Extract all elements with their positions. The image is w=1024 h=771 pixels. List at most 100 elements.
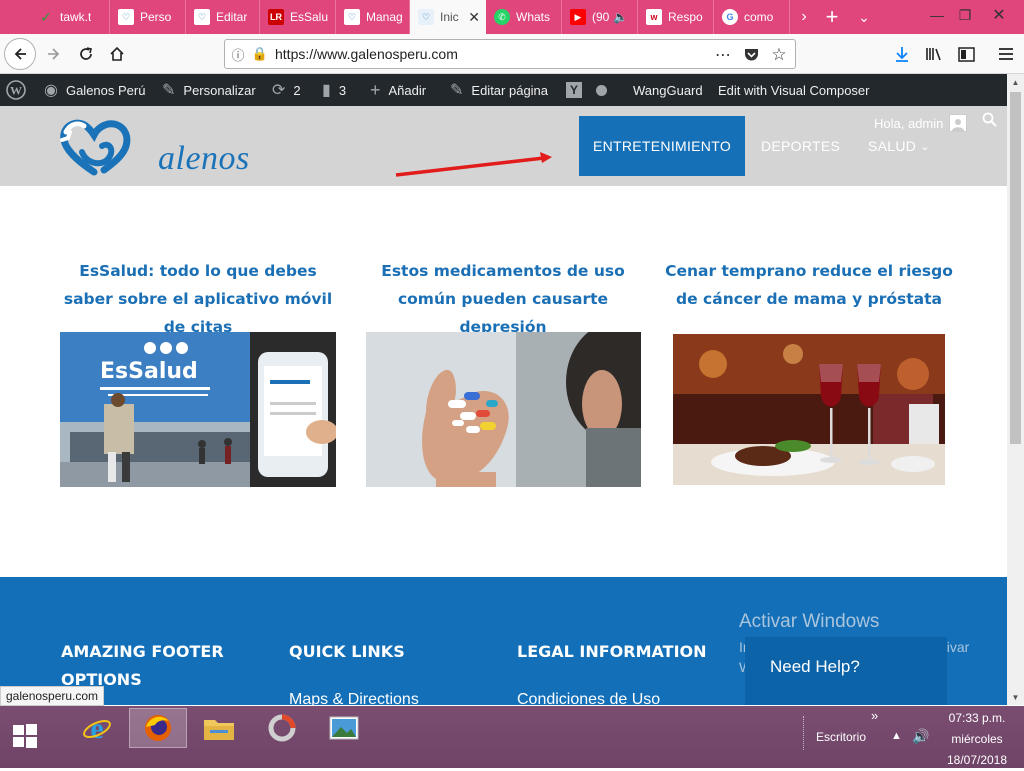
page-scrollbar[interactable]: ▲ ▼ [1007, 74, 1024, 705]
red-arrow-annotation [395, 152, 552, 177]
search-icon[interactable] [982, 112, 997, 131]
youtube-icon: ▶ [570, 9, 586, 25]
close-tab-icon[interactable]: ✕ [464, 9, 480, 26]
admin-comments[interactable]: ▮ 3 [322, 74, 346, 106]
wordpress-logo-button[interactable]: W [6, 74, 26, 106]
nav-deportes[interactable]: DEPORTES [761, 116, 840, 176]
reload-button[interactable] [70, 38, 102, 70]
back-button[interactable] [4, 38, 36, 70]
main-content: EsSalud: todo lo que debes saber sobre e… [0, 186, 1007, 577]
url-text[interactable]: https://www.galenosperu.com [275, 46, 458, 62]
admin-site-name[interactable]: ◉ Galenos Perú [44, 74, 145, 106]
tab-respo[interactable]: w Respo [638, 0, 714, 34]
site-logo[interactable]: alenos [60, 118, 249, 180]
updates-icon: ⟳ [272, 82, 286, 99]
scrollbar-thumb[interactable] [1010, 92, 1021, 444]
page-actions-icon[interactable]: ⋯ [709, 40, 737, 70]
lock-icon: 🔒 [251, 46, 269, 61]
taskbar-file-explorer[interactable] [190, 708, 248, 748]
app-circle-icon [268, 714, 296, 742]
library-icon [926, 48, 941, 61]
library-button[interactable] [918, 38, 950, 70]
dashboard-icon: ◉ [44, 82, 58, 99]
sidebar-toggle-button[interactable] [950, 38, 982, 70]
tab-editar[interactable]: ♡ Editar [186, 0, 260, 34]
tab-whatsapp[interactable]: ✆ Whats [486, 0, 562, 34]
desktop-toolbar-label[interactable]: Escritorio [816, 730, 866, 744]
admin-wangguard[interactable]: WangGuard [633, 74, 703, 106]
admin-customize[interactable]: ✎ Personalizar [162, 74, 256, 106]
site-footer: AMAZING FOOTER OPTIONS QUICK LINKS LEGAL… [0, 577, 1007, 705]
plus-icon: + [370, 79, 381, 100]
tab-inicio-active[interactable]: ♡ Inic ✕ [410, 0, 486, 34]
admin-edit-page[interactable]: ✎ Editar página [450, 74, 548, 106]
article-image-essalud[interactable]: EsSalud [60, 332, 336, 487]
speaker-icon[interactable]: 🔈 [613, 10, 628, 24]
back-arrow-icon [14, 48, 26, 60]
tab-essalud[interactable]: LR EsSalu [260, 0, 336, 34]
taskbar-app-circle[interactable] [253, 708, 311, 748]
svg-text:W: W [10, 84, 22, 98]
whatsapp-icon: ✆ [494, 9, 510, 25]
windows-start-button[interactable] [0, 716, 50, 756]
windows-logo-icon [13, 724, 37, 748]
toolbar-expand-icon[interactable]: » [871, 708, 878, 723]
article-title-cenar[interactable]: Cenar temprano reduce el riesgo de cánce… [664, 257, 954, 313]
wp-admin-bar: W ◉ Galenos Perú ✎ Personalizar ⟳ 2 ▮ 3 … [0, 74, 1007, 106]
internet-explorer-icon: e [83, 713, 111, 743]
home-icon [110, 46, 124, 61]
url-bar[interactable]: ⓘ 🔒 https://www.galenosperu.com ⋯ ☆ [224, 39, 796, 69]
brush-icon: ✎ [162, 82, 176, 99]
article-image-medicamentos[interactable] [366, 332, 641, 487]
toolbar-separator [803, 716, 807, 750]
show-hidden-icons-icon[interactable]: ▲ [891, 730, 902, 742]
tab-google[interactable]: G como [714, 0, 790, 34]
article-image-cenar[interactable] [673, 334, 945, 485]
restore-icon[interactable]: ❐ [948, 0, 982, 30]
need-help-chat-button[interactable]: Need Help? [745, 637, 947, 705]
taskbar-firefox[interactable] [129, 708, 187, 748]
yoast-seo-button[interactable]: Y [566, 74, 607, 106]
tab-manage[interactable]: ♡ Manag [336, 0, 410, 34]
logo-wordmark: alenos [158, 140, 250, 177]
volume-icon[interactable]: 🔊 [912, 728, 929, 745]
taskbar-photos[interactable] [315, 708, 373, 748]
info-icon[interactable]: ⓘ [225, 45, 251, 64]
bookmark-star-icon[interactable]: ☆ [765, 40, 793, 70]
footer-heading-quick-links: QUICK LINKS [289, 642, 405, 661]
tab-tawk[interactable]: ✓ tawk.t [30, 0, 110, 34]
forward-button[interactable] [38, 38, 70, 70]
window-close-icon[interactable]: ✕ [982, 0, 1016, 30]
footer-link-condiciones[interactable]: Condiciones de Uso [517, 691, 660, 705]
scroll-down-icon[interactable]: ▼ [1007, 689, 1024, 705]
chevron-down-icon: ⌄ [920, 140, 930, 153]
scroll-up-icon[interactable]: ▲ [1007, 74, 1024, 90]
browser-tab-strip: ✓ tawk.t ♡ Perso ♡ Editar LR EsSalu ♡ Ma… [0, 0, 1024, 34]
admin-updates[interactable]: ⟳ 2 [272, 74, 301, 106]
tab-scroll-right-icon[interactable]: › [790, 0, 818, 34]
home-button[interactable] [101, 38, 133, 70]
admin-visual-composer[interactable]: Edit with Visual Composer [718, 74, 870, 106]
tab-youtube[interactable]: ▶ (90 🔈 [562, 0, 638, 34]
downloads-button[interactable] [886, 38, 918, 70]
hamburger-menu-icon [999, 48, 1013, 60]
article-title-essalud[interactable]: EsSalud: todo lo que debes saber sobre e… [53, 257, 343, 341]
taskbar-internet-explorer[interactable]: e [68, 708, 126, 748]
hamburger-menu-button[interactable] [990, 38, 1022, 70]
article-title-medicamentos[interactable]: Estos medicamentos de uso común pueden c… [358, 257, 648, 341]
forward-arrow-icon [48, 48, 60, 60]
svg-text:EsSalud: EsSalud [100, 359, 198, 384]
user-greeting[interactable]: Hola, admin [874, 114, 968, 132]
w-icon: w [646, 9, 662, 25]
pocket-icon[interactable] [737, 40, 765, 70]
taskbar-clock[interactable]: 07:33 p.m. miércoles 18/07/2018 [930, 708, 1024, 771]
footer-link-maps[interactable]: Maps & Directions [289, 691, 419, 705]
new-tab-icon[interactable]: + [818, 0, 846, 34]
reload-icon [80, 47, 92, 60]
tawk-icon: ✓ [40, 8, 52, 25]
list-tabs-chevron-icon[interactable]: ⌄ [850, 0, 878, 34]
tab-perso[interactable]: ♡ Perso [110, 0, 186, 34]
admin-add-new[interactable]: + Añadir [370, 74, 426, 106]
nav-entretenimiento[interactable]: ENTRETENIMIENTO [579, 116, 745, 176]
heart-logo-icon [60, 119, 131, 176]
